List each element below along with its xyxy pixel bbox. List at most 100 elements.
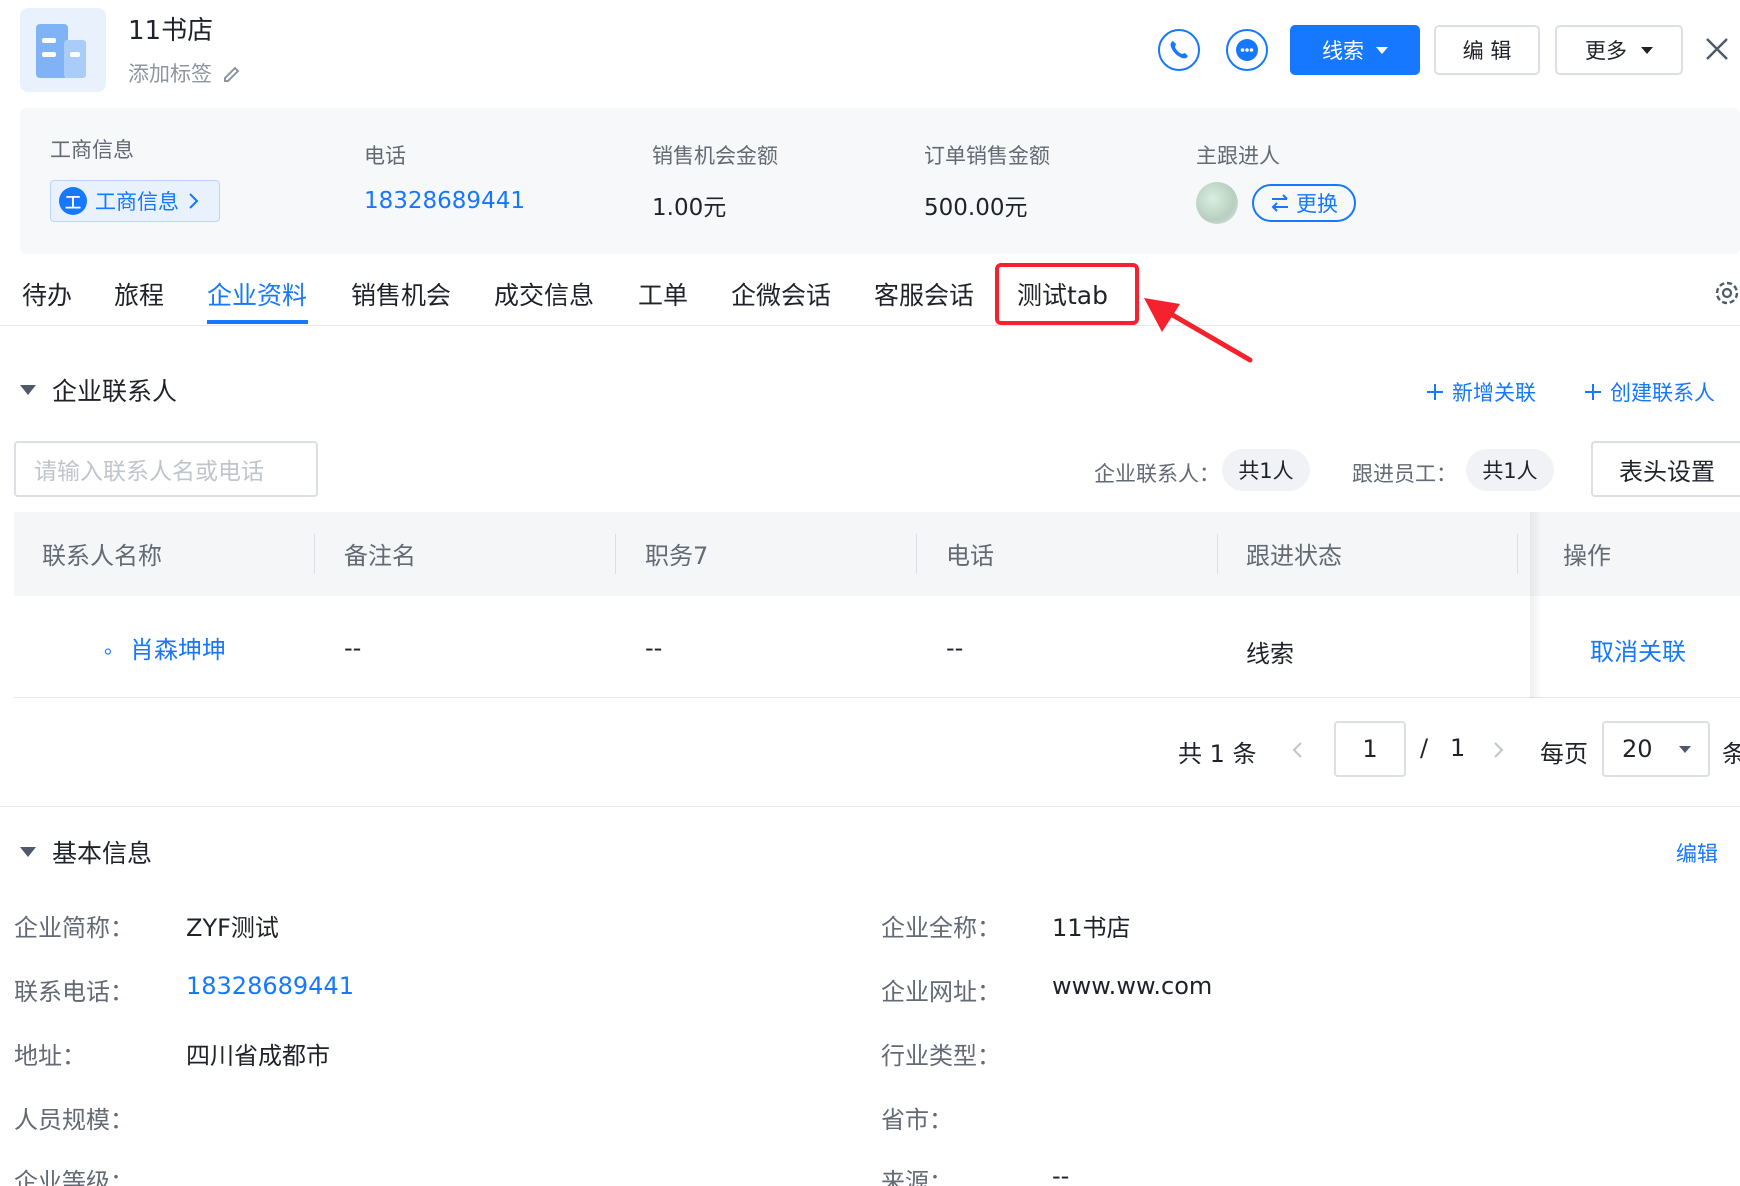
biz-info-tag-label: 工商信息: [95, 190, 179, 214]
tab-sales-opportunity[interactable]: 销售机会: [351, 276, 451, 312]
field-value-website: www.ww.com: [1052, 972, 1213, 1000]
staff-count-label: 跟进员工：: [1352, 462, 1457, 486]
field-value-phone[interactable]: 18328689441: [186, 972, 354, 1000]
edit-button[interactable]: 编 辑: [1434, 25, 1540, 75]
owner-avatar: [1196, 182, 1238, 224]
contact-count-label: 企业联系人：: [1094, 462, 1220, 486]
swap-icon: [1271, 194, 1288, 212]
edit-button-label: 编 辑: [1462, 39, 1512, 63]
contacts-section-title: 企业联系人: [52, 377, 178, 406]
field-label-staff-size: 人员规模：: [14, 1106, 134, 1134]
biz-info-tag[interactable]: 工 工商信息: [50, 180, 220, 222]
building-icon: [36, 24, 86, 78]
more-dropdown-button[interactable]: 更多: [1555, 25, 1683, 75]
column-header-phone: 电话: [946, 542, 994, 570]
create-contact-link[interactable]: 创建联系人: [1584, 377, 1715, 407]
tab-wecom-chat[interactable]: 企微会话: [731, 276, 831, 312]
column-header-position: 职务7: [645, 542, 709, 570]
unlink-contact-link[interactable]: 取消关联: [1590, 632, 1686, 667]
tab-deal-info[interactable]: 成交信息: [494, 276, 594, 312]
column-header-name: 联系人名称: [42, 542, 162, 570]
field-label-website: 企业网址：: [881, 978, 1001, 1006]
close-icon[interactable]: [1704, 36, 1730, 62]
pencil-icon: [224, 66, 240, 82]
field-value-address: 四川省成都市: [186, 1042, 330, 1070]
page-number-input[interactable]: 1: [1334, 721, 1406, 777]
column-header-remark: 备注名: [344, 542, 416, 570]
phone-icon: [1170, 41, 1188, 59]
field-label-address: 地址：: [14, 1042, 86, 1070]
order-amount-value: 500.00元: [924, 195, 1028, 221]
contact-remark: --: [344, 634, 362, 662]
contact-search-input[interactable]: 请输入联系人名或电话: [14, 441, 318, 497]
biz-info-icon: 工: [59, 187, 87, 215]
column-divider: [314, 534, 315, 574]
lead-button-label: 线索: [1322, 39, 1364, 63]
phone-call-button[interactable]: [1158, 29, 1200, 71]
biz-info-label: 工商信息: [50, 138, 134, 162]
phone-value[interactable]: 18328689441: [364, 188, 525, 214]
field-label-phone: 联系电话：: [14, 978, 134, 1006]
summary-panel: [20, 108, 1740, 254]
section-divider: [0, 806, 1740, 807]
field-label-company-level: 企业等级：: [14, 1168, 134, 1186]
table-row: [14, 596, 1740, 698]
gear-icon[interactable]: [1712, 278, 1740, 308]
phone-label: 电话: [364, 144, 406, 168]
create-contact-label: 创建联系人: [1610, 381, 1715, 405]
lead-dropdown-button[interactable]: 线索: [1290, 25, 1420, 75]
tab-work-order[interactable]: 工单: [638, 276, 688, 312]
tab-service-chat[interactable]: 客服会话: [874, 276, 974, 312]
per-page-label: 每页: [1540, 740, 1588, 768]
collapse-triangle-icon: [20, 385, 36, 395]
message-button[interactable]: [1226, 29, 1268, 71]
column-divider: [1217, 534, 1218, 574]
company-logo: [20, 8, 106, 92]
company-title: 11书店: [128, 16, 214, 46]
field-value-full-name: 11书店: [1052, 914, 1131, 942]
field-label-province-city: 省市：: [881, 1106, 953, 1134]
contact-status: 线索: [1246, 640, 1294, 668]
contact-name-prefix: 。: [104, 634, 124, 658]
next-page-icon[interactable]: [1490, 738, 1506, 762]
collapse-triangle-icon: [20, 847, 36, 857]
chat-icon: [1236, 39, 1258, 61]
annotation-highlight-box: [995, 263, 1139, 325]
total-pages: 1: [1450, 734, 1466, 762]
active-tab-indicator: [207, 320, 308, 324]
add-tag-label: 添加标签: [128, 62, 212, 86]
header-setting-label: 表头设置: [1619, 457, 1715, 486]
add-tag-link[interactable]: 添加标签: [128, 58, 242, 88]
more-button-label: 更多: [1585, 39, 1627, 63]
caret-down-icon: [1376, 46, 1388, 54]
tab-todo[interactable]: 待办: [22, 276, 72, 312]
field-value-source: --: [1052, 1162, 1070, 1186]
prev-page-icon[interactable]: [1290, 738, 1306, 762]
plus-icon: [1427, 384, 1443, 400]
tab-journey[interactable]: 旅程: [114, 276, 164, 312]
fixed-column-shadow: [1530, 512, 1542, 698]
column-divider: [615, 534, 616, 574]
column-divider: [916, 534, 917, 574]
contact-name-link[interactable]: 肖森坤坤: [130, 630, 226, 665]
page-size-unit: 条: [1722, 740, 1740, 768]
tab-company-profile[interactable]: 企业资料: [207, 276, 307, 312]
basic-info-edit-label: 编辑: [1676, 842, 1718, 866]
caret-down-icon: [1678, 745, 1691, 753]
field-label-short-name: 企业简称：: [14, 914, 134, 942]
contact-count-badge: 共1人: [1222, 449, 1310, 491]
column-divider: [1517, 534, 1518, 574]
table-header: [14, 512, 1740, 596]
change-owner-label: 更换: [1296, 192, 1338, 216]
search-placeholder: 请输入联系人名或电话: [34, 459, 264, 485]
contacts-section-header[interactable]: 企业联系人: [20, 372, 177, 408]
change-owner-button[interactable]: 更换: [1252, 184, 1356, 222]
page-size-select[interactable]: 20: [1602, 721, 1710, 777]
basic-info-section-header[interactable]: 基本信息: [20, 834, 152, 870]
add-relation-link[interactable]: 新增关联: [1426, 377, 1536, 407]
basic-info-edit-link[interactable]: 编辑: [1676, 838, 1718, 868]
column-header-status: 跟进状态: [1246, 542, 1342, 570]
header-setting-button[interactable]: 表头设置: [1591, 441, 1740, 497]
column-header-action: 操作: [1563, 542, 1611, 570]
page-size-value: 20: [1622, 735, 1653, 763]
